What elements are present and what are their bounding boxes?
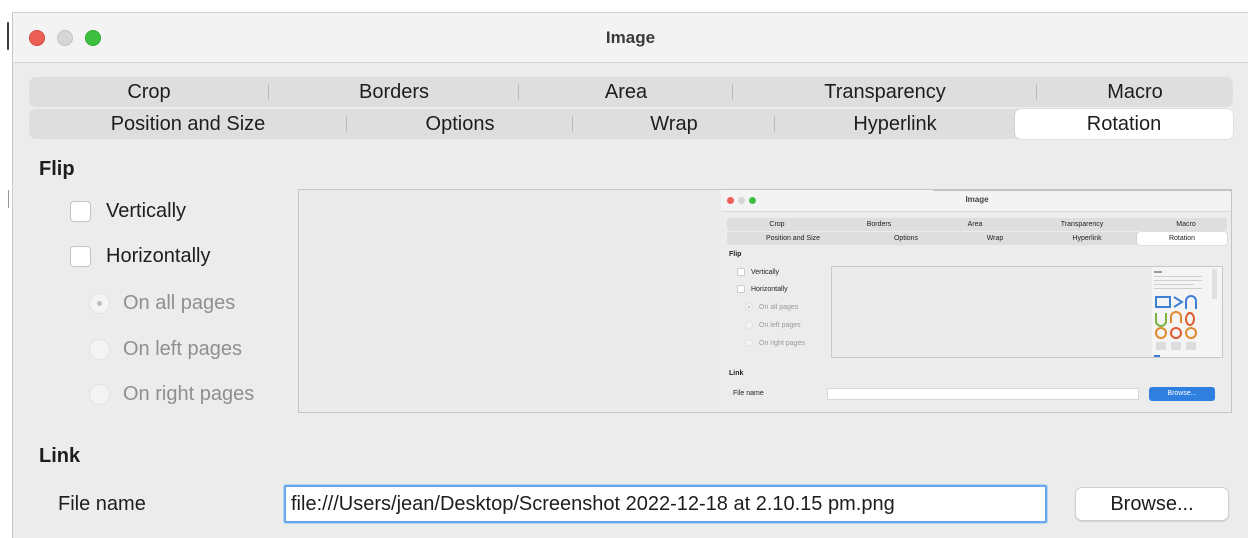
tab-rotation[interactable]: Rotation [1015, 109, 1233, 139]
tab-hyperlink[interactable]: Hyperlink [775, 109, 1015, 139]
thumbnail-preview-area [831, 266, 1223, 358]
background-window-mark [8, 190, 9, 208]
thumbnail-vertically-option: Vertically [737, 268, 779, 276]
on-left-pages-label: On left pages [123, 338, 242, 360]
flip-vertically-option[interactable]: Vertically [70, 200, 186, 223]
tab-position-and-size[interactable]: Position and Size [29, 109, 347, 139]
thumbnail-tab-borders: Borders [866, 221, 892, 228]
tab-row-1: Crop Borders Area Transparency Macro [29, 77, 1233, 107]
thumbnail-on-right-pages-label: On right pages [759, 339, 805, 347]
thumbnail-on-all-pages-option: On all pages [745, 303, 798, 311]
image-dialog: Image Crop Borders Area Transparency Mac… [12, 12, 1248, 538]
thumbnail-radio [745, 303, 753, 311]
image-preview: Image Crop Borders Area Transparency Mac… [298, 189, 1232, 413]
thumbnail-checkbox [737, 285, 745, 293]
thumbnail-radio [745, 339, 753, 347]
thumbnail-title: Image [965, 195, 989, 204]
thumbnail-tab-position-and-size: Position and Size [765, 235, 821, 242]
thumbnail-horizontally-label: Horizontally [751, 285, 788, 293]
background-window-mark [7, 22, 9, 50]
thumbnail-horizontally-option: Horizontally [737, 285, 788, 293]
flip-section-title: Flip [39, 158, 75, 180]
thumbnail-tab-row-1: Crop Borders Area Transparency Macro [727, 218, 1227, 231]
on-left-pages-radio[interactable] [89, 339, 110, 360]
thumbnail-on-left-pages-option: On left pages [745, 321, 801, 329]
thumbnail-tab-macro: Macro [1176, 221, 1196, 228]
flip-horizontally-option[interactable]: Horizontally [70, 245, 210, 268]
thumbnail-tab-options: Options [893, 235, 919, 242]
thumbnail-file-name-text: File name [733, 390, 764, 397]
tab-borders[interactable]: Borders [269, 77, 519, 107]
thumbnail-on-right-pages-option: On right pages [745, 339, 805, 347]
tab-macro[interactable]: Macro [1037, 77, 1233, 107]
background-window-edge [0, 0, 10, 538]
tab-transparency[interactable]: Transparency [733, 77, 1037, 107]
on-right-pages-radio[interactable] [89, 384, 110, 405]
thumbnail-nested-preview-graphic [1152, 267, 1222, 357]
file-name-label: File name [58, 493, 146, 515]
on-all-pages-radio[interactable] [89, 293, 110, 314]
thumbnail-border [933, 190, 1231, 191]
thumbnail-title-bar: Image [721, 190, 1231, 212]
flip-vertically-checkbox[interactable] [70, 201, 91, 222]
thumbnail-radio [745, 321, 753, 329]
thumbnail-tab-transparency: Transparency [1060, 221, 1104, 228]
thumbnail-flip-title: Flip [729, 251, 742, 258]
flip-horizontally-checkbox[interactable] [70, 246, 91, 267]
flip-horizontally-label: Horizontally [106, 245, 211, 267]
on-right-pages-option[interactable]: On right pages [89, 383, 254, 406]
thumbnail-on-all-pages-label: On all pages [759, 303, 799, 311]
thumbnail-browse-button: Browse... [1149, 387, 1215, 401]
dialog-title: Image [605, 28, 656, 47]
thumbnail-vertically-label: Vertically [751, 268, 780, 276]
thumbnail-file-name-field [827, 388, 1139, 400]
tab-crop[interactable]: Crop [29, 77, 269, 107]
thumbnail-on-left-pages-label: On left pages [759, 321, 801, 329]
tab-wrap[interactable]: Wrap [573, 109, 775, 139]
tab-options[interactable]: Options [347, 109, 573, 139]
tab-row-2: Position and Size Options Wrap Hyperlink… [29, 109, 1233, 139]
file-name-input[interactable] [284, 485, 1047, 523]
thumbnail-tab-row-2: Position and Size Options Wrap Hyperlink… [727, 232, 1227, 245]
on-all-pages-label: On all pages [123, 292, 236, 314]
on-all-pages-option[interactable]: On all pages [89, 292, 235, 315]
title-bar: Image [13, 13, 1248, 63]
thumbnail-tab-wrap: Wrap [986, 235, 1004, 242]
browse-button[interactable]: Browse... [1075, 487, 1229, 521]
thumbnail-tab-area: Area [967, 221, 983, 228]
preview-screenshot-thumbnail: Image Crop Borders Area Transparency Mac… [721, 190, 1231, 412]
flip-vertically-label: Vertically [106, 200, 187, 222]
link-section-title: Link [39, 445, 81, 467]
thumbnail-tab-rotation: Rotation [1137, 232, 1227, 245]
thumbnail-link-title: Link [729, 370, 744, 377]
thumbnail-checkbox [737, 268, 745, 276]
thumbnail-tab-hyperlink: Hyperlink [1072, 235, 1102, 242]
tab-area[interactable]: Area [519, 77, 733, 107]
thumbnail-file-name-label: File name [733, 390, 764, 397]
thumbnail-tab-crop: Crop [769, 221, 785, 228]
on-right-pages-label: On right pages [123, 383, 255, 405]
on-left-pages-option[interactable]: On left pages [89, 338, 242, 361]
